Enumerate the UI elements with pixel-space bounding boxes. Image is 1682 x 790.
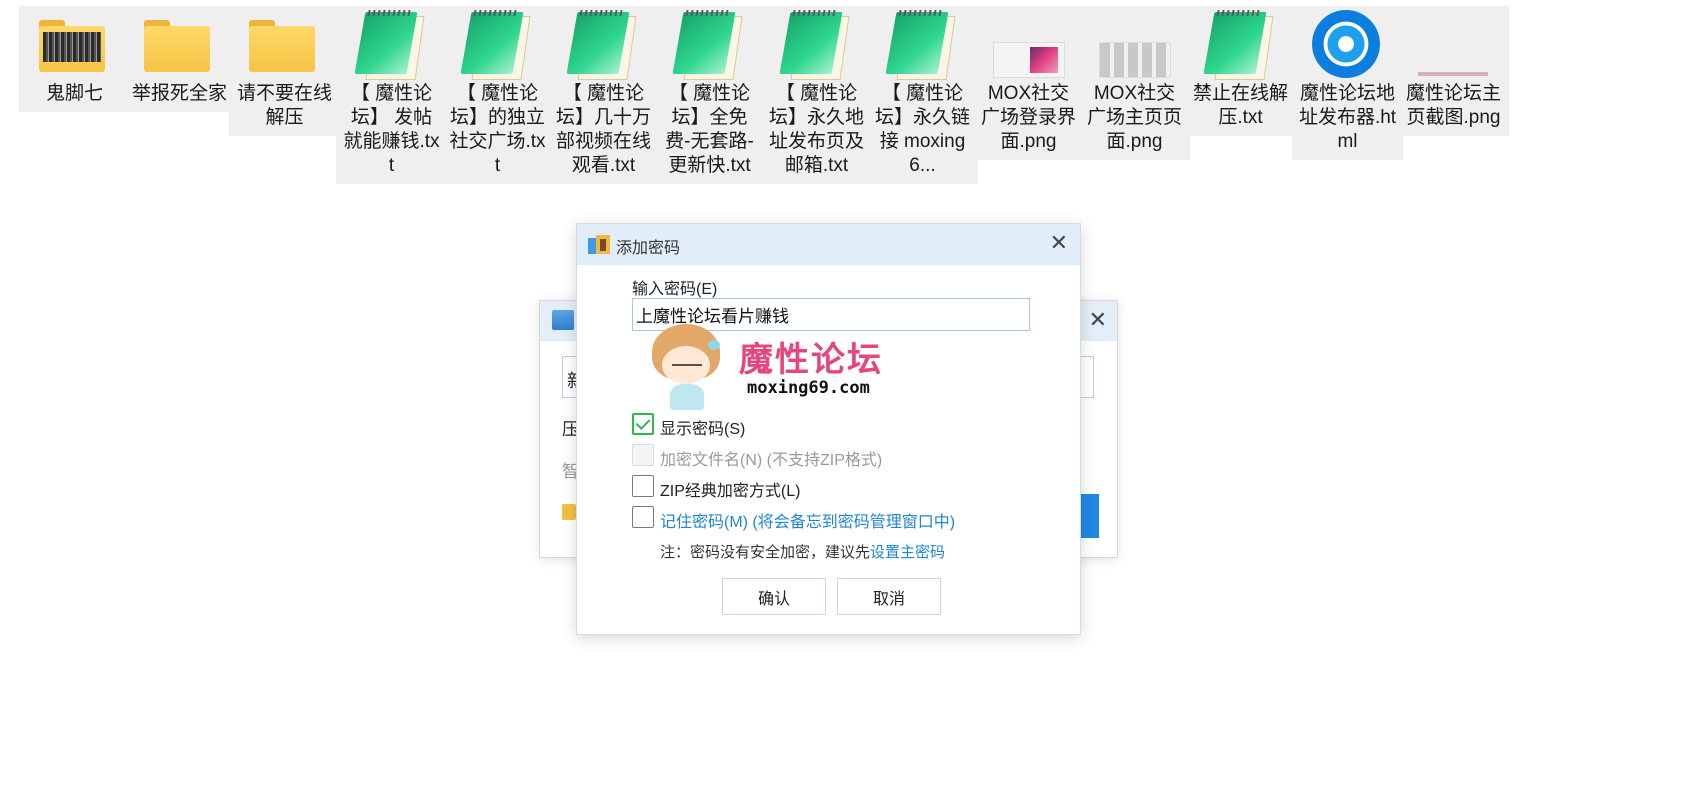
password-label: 输入密码(E)	[632, 281, 718, 298]
file-label: 魔性论坛主页截图.png	[1405, 83, 1501, 128]
folder-icon	[144, 20, 210, 72]
desktop-item-folder[interactable]: 举报死全家	[124, 6, 235, 112]
desktop-item-text-file[interactable]: 【 魔性论坛】几十万部视频在线观看.txt	[548, 6, 659, 184]
desktop-item-text-file[interactable]: 【 魔性论坛】永久链接 moxing6...	[867, 6, 978, 184]
archive-app-icon	[588, 235, 610, 254]
file-label: 【 魔性论坛】全免费-无套路-更新快.txt	[665, 83, 754, 176]
remember-password-checkbox[interactable]	[632, 506, 654, 528]
close-icon[interactable]: ✕	[1050, 230, 1068, 256]
file-label: 【 魔性论坛】永久地址发布页及邮箱.txt	[768, 83, 864, 176]
text-file-icon	[460, 10, 531, 82]
archive-app-icon	[552, 310, 574, 330]
file-label: 【 魔性论坛】 发帖就能赚钱.txt	[343, 83, 440, 176]
text-file-icon	[885, 10, 956, 82]
mascot-girl-icon	[652, 324, 720, 410]
file-label: 【 魔性论坛】几十万部视频在线观看.txt	[555, 83, 651, 176]
desktop-item-text-file[interactable]: 【 魔性论坛】全免费-无套路-更新快.txt	[654, 6, 765, 184]
lock-icon[interactable]	[562, 504, 576, 520]
file-label: 鬼脚七	[45, 83, 103, 104]
desktop-item-text-file[interactable]: 【 魔性论坛】的独立社交广场.txt	[442, 6, 553, 184]
dialog-title: 添加密码	[616, 240, 681, 257]
encrypt-filenames-checkbox[interactable]	[632, 444, 654, 466]
show-password-checkbox[interactable]	[632, 413, 654, 435]
file-label: 【 魔性论坛】的独立社交广场.txt	[449, 83, 546, 176]
show-password-label[interactable]: 显示密码(S)	[660, 415, 745, 439]
watermark-brand: 魔性论坛	[739, 341, 883, 379]
confirm-button[interactable]: 确认	[722, 578, 826, 615]
add-password-dialog: 添加密码 ✕ 输入密码(E) 魔性论坛 moxing69.com 显示密码(S)…	[576, 223, 1081, 635]
browser-file-icon	[1312, 10, 1380, 78]
file-label: 禁止在线解压.txt	[1192, 83, 1288, 128]
file-label: MOX社交广场主页页面.png	[1086, 83, 1182, 152]
file-label: 举报死全家	[131, 83, 227, 104]
desktop-item-folder[interactable]: 鬼脚七	[19, 6, 130, 112]
text-file-icon	[672, 10, 743, 82]
security-note: 注：密码没有安全加密，建议先设置主密码	[660, 541, 945, 562]
image-file-icon	[993, 42, 1065, 78]
image-file-icon	[1418, 72, 1488, 76]
close-icon[interactable]: ✕	[1089, 307, 1107, 333]
text-file-icon	[779, 10, 850, 82]
cancel-button[interactable]: 取消	[837, 578, 941, 615]
image-file-icon	[1099, 42, 1171, 78]
file-label: 魔性论坛地址发布器.html	[1298, 83, 1397, 152]
desktop-item-folder[interactable]: 请不要在线解压	[229, 6, 340, 136]
desktop-item-html-file[interactable]: 魔性论坛地址发布器.html	[1292, 6, 1403, 160]
zip-classic-label[interactable]: ZIP经典加密方式(L)	[660, 477, 800, 501]
forum-watermark: 魔性论坛 moxing69.com	[649, 324, 909, 414]
remember-password-label[interactable]: 记住密码(M) (将会备忘到密码管理窗口中)	[660, 508, 955, 532]
folder-icon	[39, 20, 105, 72]
desktop-item-image-file[interactable]: MOX社交广场主页页面.png	[1079, 6, 1190, 160]
watermark-url: moxing69.com	[747, 378, 870, 398]
set-master-password-link[interactable]: 设置主密码	[870, 544, 945, 561]
zip-classic-checkbox[interactable]	[632, 475, 654, 497]
desktop-item-text-file[interactable]: 禁止在线解压.txt	[1185, 6, 1296, 136]
file-label: 【 魔性论坛】永久链接 moxing6...	[874, 83, 970, 176]
desktop-item-text-file[interactable]: 【 魔性论坛】永久地址发布页及邮箱.txt	[761, 6, 872, 184]
text-file-icon	[566, 10, 637, 82]
desktop-item-text-file[interactable]: 【 魔性论坛】 发帖就能赚钱.txt	[336, 6, 447, 184]
text-file-icon	[1203, 10, 1274, 82]
folder-icon	[249, 20, 315, 72]
file-label: MOX社交广场登录界面.png	[980, 83, 1076, 152]
desktop-item-image-file[interactable]: 魔性论坛主页截图.png	[1398, 6, 1509, 136]
note-text: 注：密码没有安全加密，建议先	[660, 544, 871, 561]
encrypt-filenames-label: 加密文件名(N) (不支持ZIP格式)	[660, 452, 883, 469]
dialog-title-bar: 添加密码 ✕	[577, 224, 1080, 265]
file-label: 请不要在线解压	[236, 83, 332, 128]
text-file-icon	[354, 10, 425, 82]
desktop-item-image-file[interactable]: MOX社交广场登录界面.png	[973, 6, 1084, 160]
